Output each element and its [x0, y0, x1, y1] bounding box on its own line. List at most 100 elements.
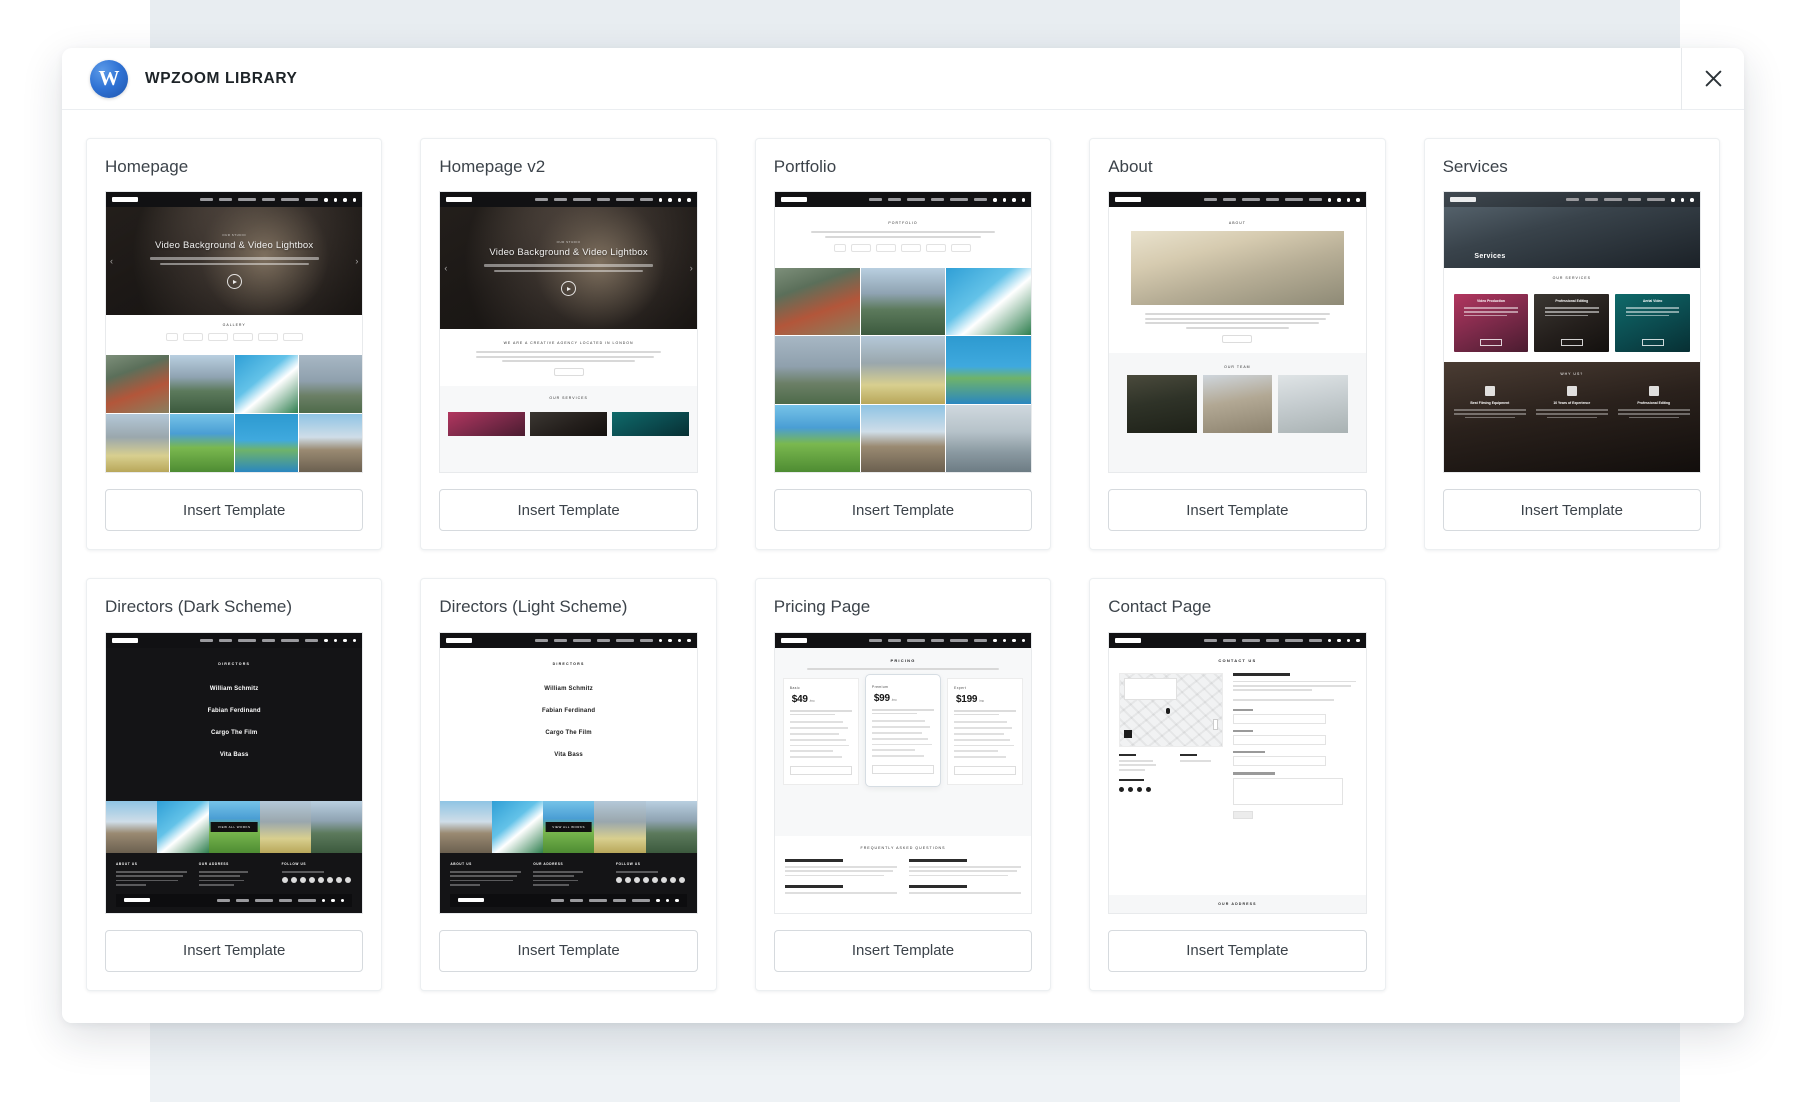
tier-button [872, 765, 934, 774]
social-icons [1119, 787, 1223, 792]
template-thumbnail[interactable]: ‹ › OUR STUDIO Video Background & Video … [439, 191, 697, 473]
mini-navbar [1109, 192, 1365, 207]
insert-template-button[interactable]: Insert Template [1443, 489, 1701, 531]
footer-column: OUR ADDRESS [533, 862, 604, 886]
why-item-title: Professional Editing [1618, 401, 1690, 405]
template-thumbnail[interactable]: DIRECTORS William Schmitz Fabian Ferdina… [439, 632, 697, 914]
footer-heading: OUR ADDRESS [533, 862, 604, 866]
screen: W WPZOOM LIBRARY Homepage [0, 0, 1800, 1102]
intro-paragraph [476, 351, 661, 362]
template-card-directors-light[interactable]: Directors (Light Scheme) [420, 578, 716, 990]
template-title: Homepage [105, 157, 363, 177]
mini-hero: ‹ › OUR STUDIO Video Background & Video … [106, 207, 362, 315]
service-card: Professional Editing [1534, 294, 1609, 352]
insert-template-button[interactable]: Insert Template [774, 930, 1032, 972]
mini-site-logo [446, 638, 472, 643]
template-thumbnail[interactable]: CONTACT US [1108, 632, 1366, 914]
mini-portfolio-header: PORTFOLIO [775, 207, 1031, 268]
mini-faq-section: FREQUENTLY ASKED QUESTIONS [775, 836, 1031, 912]
template-thumbnail[interactable]: ‹ › OUR STUDIO Video Background & Video … [105, 191, 363, 473]
tier-amount: $99 [874, 693, 890, 704]
social-icons [616, 877, 687, 883]
name-field[interactable] [1233, 714, 1326, 724]
service-card-title: Aerial Video [1619, 299, 1686, 303]
hero-subtext [484, 264, 653, 272]
footer-heading: ABOUT US [450, 862, 521, 866]
tier-period: /mo [979, 699, 984, 703]
faq-item [909, 859, 1021, 902]
about-image [1131, 231, 1343, 305]
template-thumbnail[interactable]: ABOUT OUR TEAM [1108, 191, 1366, 473]
template-title: Pricing Page [774, 597, 1032, 617]
contact-form [1233, 673, 1355, 819]
tier-price: $49/mo [790, 694, 852, 705]
pricing-tier-featured: Premium $99/mo [865, 674, 941, 787]
template-thumbnail[interactable]: Services OUR SERVICES Video Production [1443, 191, 1701, 473]
template-thumbnail[interactable]: DIRECTORS William Schmitz Fabian Ferdina… [105, 632, 363, 914]
service-card-button [1642, 339, 1664, 346]
insert-template-button[interactable]: Insert Template [1108, 489, 1366, 531]
template-card-homepage[interactable]: Homepage [86, 138, 382, 550]
carousel-prev-icon: ‹ [444, 263, 447, 273]
team-photos [1109, 375, 1365, 433]
template-card-portfolio[interactable]: Portfolio [755, 138, 1051, 550]
close-icon [1704, 69, 1723, 88]
template-title: Services [1443, 157, 1701, 177]
carousel-next-icon: › [690, 263, 693, 273]
director-name: William Schmitz [544, 686, 593, 692]
close-button[interactable] [1682, 48, 1744, 110]
template-thumbnail[interactable]: PRICING Basic $49/mo [774, 632, 1032, 914]
map-pin-icon [1166, 708, 1170, 714]
modal-title: WPZOOM LIBRARY [145, 70, 297, 88]
mini-works-strip: VIEW ALL WORKS [106, 801, 362, 853]
play-icon [561, 281, 576, 296]
film-icon [1649, 386, 1659, 396]
intro-button [554, 368, 584, 376]
template-title: Portfolio [774, 157, 1032, 177]
template-card-pricing[interactable]: Pricing Page [755, 578, 1051, 990]
email-field[interactable] [1233, 735, 1326, 745]
contact-details [1119, 754, 1223, 771]
send-button[interactable] [1233, 811, 1253, 819]
insert-template-button[interactable]: Insert Template [774, 489, 1032, 531]
service-card: Video Production [1454, 294, 1529, 352]
map-popup [1124, 678, 1177, 700]
contact-label: CONTACT US [1119, 658, 1355, 663]
footer-heading: OUR ADDRESS [199, 862, 270, 866]
insert-template-button[interactable]: Insert Template [105, 489, 363, 531]
team-label: OUR TEAM [1109, 365, 1365, 369]
template-card-services[interactable]: Services [1424, 138, 1720, 550]
footer-column: OUR ADDRESS [199, 862, 270, 886]
tier-period: /mo [892, 698, 897, 702]
template-card-homepage-v2[interactable]: Homepage v2 [420, 138, 716, 550]
camera-icon [1485, 386, 1495, 396]
director-name: Fabian Ferdinand [208, 708, 261, 714]
mini-site-logo [781, 197, 807, 202]
insert-template-button[interactable]: Insert Template [439, 489, 697, 531]
modal-header: W WPZOOM LIBRARY [62, 48, 1744, 110]
template-title: About [1108, 157, 1366, 177]
insert-template-button[interactable]: Insert Template [1108, 930, 1366, 972]
why-label: WHY US? [1560, 372, 1583, 376]
template-title: Directors (Dark Scheme) [105, 597, 363, 617]
insert-template-button[interactable]: Insert Template [105, 930, 363, 972]
template-thumbnail[interactable]: PORTFOLIO [774, 191, 1032, 473]
portfolio-paragraph [811, 231, 996, 238]
subject-field[interactable] [1233, 756, 1326, 766]
template-library-body: Homepage [62, 110, 1744, 1023]
play-icon [227, 274, 242, 289]
template-card-directors-dark[interactable]: Directors (Dark Scheme) [86, 578, 382, 990]
tier-amount: $199 [956, 694, 977, 705]
template-card-contact[interactable]: Contact Page [1089, 578, 1385, 990]
mini-about-header: ABOUT [1109, 207, 1365, 353]
hero-title: Video Background & Video Lightbox [489, 247, 647, 258]
insert-template-button[interactable]: Insert Template [439, 930, 697, 972]
mini-footer: ABOUT US OUR ADDRESS FOLLOW US [106, 853, 362, 913]
hero-kicker: OUR STUDIO [222, 233, 246, 237]
mini-pricing-section: PRICING Basic $49/mo [775, 648, 1031, 837]
carousel-next-icon: › [355, 256, 358, 266]
message-field[interactable] [1233, 778, 1343, 805]
mini-footer-bar [450, 894, 686, 907]
template-card-about[interactable]: About [1089, 138, 1385, 550]
tier-button [954, 766, 1016, 775]
